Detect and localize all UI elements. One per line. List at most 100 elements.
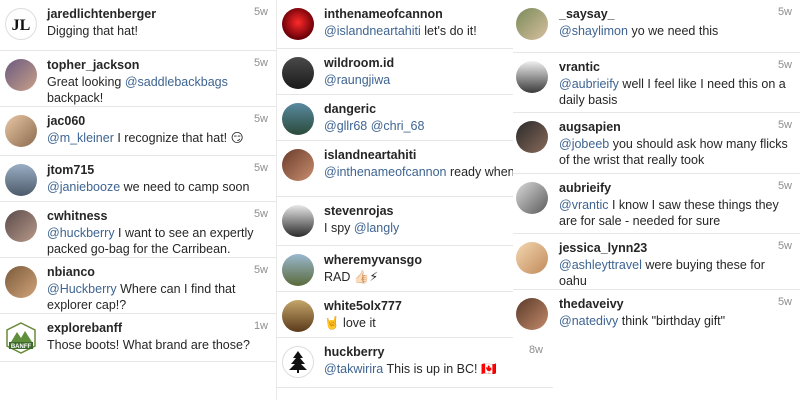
comment-time: 5w [253,57,268,69]
mention-link[interactable]: @ashleyttravel [559,258,642,272]
comment-time: 5w [777,119,792,131]
comment-time: 5w [253,264,268,276]
svg-text:JL: JL [12,17,31,34]
comment-column-1: JL jaredlichtenberger Digging that hat! … [0,0,276,362]
comment-time: 5w [777,296,792,308]
comment-time: 5w [777,6,792,18]
comment-item: aubrieify @vrantic I know I saw these th… [513,174,800,234]
comment-username[interactable]: nbianco [47,264,268,281]
user-photo-icon[interactable] [516,61,548,93]
user-photo-icon[interactable] [282,57,314,89]
comment-text: @islandneartahiti let's do it! [324,24,477,38]
comment-item: jac060 @m_kleiner I recognize that hat! … [0,107,276,156]
comment-text: @gllr68 @chri_68 [324,118,545,134]
comment-username[interactable]: white5olx777 [324,298,545,315]
comment-text: @vrantic I know I saw these things they … [559,198,779,228]
mention-link[interactable]: @natedivy [559,314,618,328]
banff-badge-icon[interactable]: BANFF [5,322,37,354]
svg-text:BANFF: BANFF [11,344,32,350]
user-photo-icon[interactable] [282,300,314,332]
comment-time: 5w [253,113,268,125]
mention-link[interactable]: @jobeeb [559,137,609,151]
mention-link[interactable]: @Huckberry [47,282,117,296]
comment-time: 5w [253,162,268,174]
user-photo-icon[interactable] [5,164,37,196]
jl-logo-icon[interactable]: JL [5,8,37,40]
comment-username[interactable]: vrantic [559,59,792,76]
user-photo-icon[interactable] [282,149,314,181]
mention-link[interactable]: @islandneartahiti [324,24,421,38]
comment-column-2: inthenameofcannon @islandneartahiti let'… [277,0,553,390]
comment-text: @m_kleiner I recognize that hat! 😏 [47,131,244,145]
mention-link[interactable]: @gllr68 @chri_68 [324,119,424,133]
comment-username[interactable]: islandneartahiti [324,147,545,164]
mention-link[interactable]: @huckberry [47,226,115,240]
comment-item: JL jaredlichtenberger Digging that hat! … [0,0,276,51]
comment-item: topher_jackson Great looking @saddleback… [0,51,276,107]
comment-text: Great looking @saddlebackbags backpack! [47,75,228,105]
comment-username[interactable]: aubrieify [559,180,792,197]
comment-item: white5olx777 🤘 love it [277,292,553,338]
mention-link[interactable]: @langly [354,221,399,235]
user-photo-icon[interactable] [282,103,314,135]
comment-username[interactable]: wheremyvansgo [324,252,545,269]
comment-text: @takwirira This is up in BC! 🇨🇦 [324,362,497,376]
mention-link[interactable]: @raungjiwa [324,73,390,87]
comment-text: RAD 👍🏻⚡ [324,270,379,284]
comment-item: wildroom.id @raungjiwa [277,49,553,95]
comment-item: wheremyvansgo RAD 👍🏻⚡ [277,246,553,292]
user-photo-icon[interactable] [282,8,314,40]
comment-item: cwhitness @huckberry I want to see an ex… [0,202,276,258]
comment-username[interactable]: jtom715 [47,162,268,179]
user-photo-icon[interactable] [5,266,37,298]
comment-item: augsapien @jobeeb you should ask how man… [513,113,800,174]
user-photo-icon[interactable] [516,121,548,153]
comment-username[interactable]: _saysay_ [559,6,792,23]
comment-item: vrantic @aubrieify well I feel like I ne… [513,53,800,113]
user-photo-icon[interactable] [516,298,548,330]
comment-time: 5w [253,6,268,18]
comment-item: islandneartahiti @inthenameofcannon read… [277,141,553,197]
comment-text: @raungjiwa [324,72,545,88]
comment-time: 5w [777,180,792,192]
user-photo-icon[interactable] [516,8,548,40]
comment-username[interactable]: jessica_lynn23 [559,240,792,257]
mention-link[interactable]: @aubrieify [559,77,619,91]
comment-username[interactable]: inthenameofcannon [324,6,545,23]
mention-link[interactable]: @m_kleiner [47,131,114,145]
comment-item: BANFF explorebanff Those boots! What bra… [0,314,276,362]
comment-username[interactable]: jaredlichtenberger [47,6,268,23]
comment-username[interactable]: wildroom.id [324,55,545,72]
user-photo-icon[interactable] [516,182,548,214]
comment-text: Digging that hat! [47,24,139,38]
comment-username[interactable]: augsapien [559,119,792,136]
user-photo-icon[interactable] [282,254,314,286]
comment-item: jessica_lynn23 @ashleyttravel were buyin… [513,234,800,290]
user-photo-icon[interactable] [282,205,314,237]
user-photo-icon[interactable] [5,115,37,147]
comment-username[interactable]: jac060 [47,113,268,130]
comment-username[interactable]: topher_jackson [47,57,268,74]
mention-link[interactable]: @vrantic [559,198,609,212]
comment-item: thedaveivy @natedivy think "birthday gif… [513,290,800,340]
comment-username[interactable]: stevenrojas [324,203,545,220]
comment-time: 5w [777,240,792,252]
comment-text: @janiebooze we need to camp soon [47,180,250,194]
comment-username[interactable]: dangeric [324,101,545,118]
comment-username[interactable]: explorebanff [47,320,268,337]
user-photo-icon[interactable] [5,59,37,91]
mention-link[interactable]: @inthenameofcannon [324,165,447,179]
mention-link[interactable]: @saddlebackbags [125,75,228,89]
comment-username[interactable]: cwhitness [47,208,268,225]
mention-link[interactable]: @janiebooze [47,180,120,194]
user-photo-icon[interactable] [516,242,548,274]
comment-item: _saysay_ @shaylimon yo we need this 5w [513,0,800,53]
mention-link[interactable]: @takwirira [324,362,383,376]
mention-link[interactable]: @shaylimon [559,24,628,38]
comment-item: huckberry @takwirira This is up in BC! 🇨… [277,338,553,388]
comment-username[interactable]: thedaveivy [559,296,792,313]
tree-logo-icon[interactable] [282,346,314,378]
comment-item: nbianco @Huckberry Where can I find that… [0,258,276,314]
comment-username[interactable]: huckberry [324,344,545,361]
user-photo-icon[interactable] [5,210,37,242]
